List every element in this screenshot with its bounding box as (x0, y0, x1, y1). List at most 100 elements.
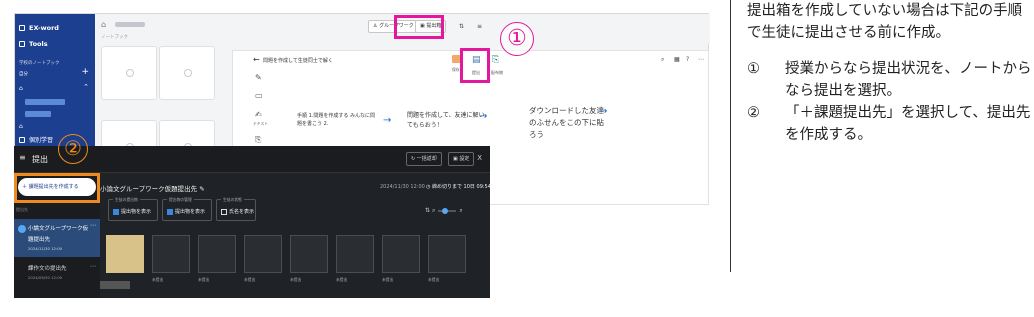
check-circle-icon (18, 225, 26, 233)
submission-thumbnail[interactable] (106, 235, 144, 273)
submission-list: ＋ 課題提出先を作成する 提出先 小論文グループワーク仮 題提出先 2024/1… (14, 173, 100, 298)
sidebar-home[interactable]: ⌂ (19, 85, 23, 92)
filter-group: 提出物の管理 提出物を表示 (162, 197, 212, 221)
menu-icon[interactable]: ≡ (477, 23, 482, 30)
sidebar-item-blurred[interactable] (25, 111, 51, 117)
menu-icon[interactable]: ≡ (19, 153, 26, 162)
callout-2: ② (58, 134, 88, 164)
deadline: ◷ 締め切りまで 10日 09:54 (426, 184, 491, 190)
app-icon (19, 25, 25, 31)
more-icon[interactable]: ⋯ (90, 263, 96, 270)
zoom-control[interactable]: ⇅ ⌕ ⌕ (425, 207, 463, 215)
tools-icon (19, 41, 25, 47)
submission-panel: ≡ 提出 ↻ 一括返却 ▣ 設定 X ＋ 課題提出先を作成する 提出先 小論文グ… (14, 146, 491, 298)
list-item[interactable]: 課作文の提出先 2024/09/30 12:00 ⋯ (14, 261, 100, 287)
help-icon[interactable]: ? (686, 56, 689, 63)
screenshot-root: EX-word Tools 学校のノートブック 自分 + ⌂ ⌃ ⌂ 個別学習 … (0, 0, 1034, 317)
home-icon[interactable]: ⌂ (101, 20, 106, 29)
notebook-card[interactable] (101, 46, 157, 100)
thumb-status: 未提出 (152, 277, 164, 282)
pen-icon[interactable]: ✎ (255, 73, 262, 82)
submission-date: 2024/11/30 12:00 (380, 184, 425, 190)
show-names-checkbox[interactable]: 氏名を表示 (221, 208, 254, 215)
student-name-blurred (100, 281, 130, 289)
expand-icon[interactable]: ⌃ (83, 84, 89, 91)
thumb-status: 未提出 (198, 277, 210, 282)
zoom-slider[interactable] (438, 207, 457, 214)
arrow-right-icon: → (479, 111, 488, 122)
text-tool-label: テキスト (253, 121, 269, 126)
thumb-status: 未提出 (290, 277, 302, 282)
highlight-submit (460, 48, 490, 83)
back-arrow-icon[interactable]: ← (253, 55, 260, 64)
sidebar-home-2[interactable]: ⌂ (19, 123, 23, 130)
arrow-right-icon: → (599, 106, 608, 117)
return-icon: ↻ (411, 156, 416, 162)
submission-content: 小論文グループワーク仮題提出先 ✎ 2024/11/30 12:00 ◷ 締め切… (100, 173, 491, 298)
submission-thumbnail[interactable] (382, 235, 420, 273)
book-icon (19, 136, 25, 143)
sidebar-tools[interactable]: Tools (19, 40, 48, 48)
sidebar-my-label: 自分 (19, 72, 28, 77)
explanation-intro: 提出箱を作成していない場合は下記の手順で生徒に提出させる前に作成。 (747, 3, 1023, 41)
thumb-status: 未提出 (244, 277, 256, 282)
highlight-submission-box (394, 15, 444, 39)
submission-thumbnail[interactable] (336, 235, 374, 273)
breadcrumb-sub: ノートブック (101, 35, 128, 40)
filter-group: 生徒の提出物 提出物を表示 (108, 197, 158, 221)
layout-icon[interactable]: ▦ (674, 56, 680, 63)
thumb-status: 未提出 (428, 277, 440, 282)
distribution-icon[interactable]: ⎘ (492, 55, 499, 65)
explanation: 提出箱を作成していない場合は下記の手順で生徒に提出させる前に作成。 ① 授業から… (747, 0, 1032, 146)
save-label: 保存 (452, 67, 460, 72)
clip-icon[interactable]: ⎘ (255, 135, 261, 145)
home-icon: ⌂ (19, 85, 23, 92)
notebook-card[interactable] (159, 46, 215, 100)
arrow-right-icon: → (383, 115, 392, 126)
submission-thumbnail[interactable] (290, 235, 328, 273)
zoom-in-icon[interactable]: ⌕ (459, 207, 462, 214)
bulk-return-button[interactable]: ↻ 一括返却 (406, 152, 442, 166)
instruction-title: 問題を作成して生徒同士で解く (263, 58, 333, 64)
settings-button[interactable]: ▣ 設定 (448, 152, 475, 166)
more-icon[interactable]: ⋯ (90, 222, 96, 229)
group-icon: ♙ (373, 23, 378, 29)
sidebar-item-blurred[interactable] (25, 99, 65, 105)
card-icon (126, 69, 134, 77)
home-icon: ⌂ (19, 123, 23, 130)
explanation-step-1: ① 授業からなら提出状況を、ノートからなら提出を選択。 (747, 61, 1032, 99)
shape-icon[interactable]: ▭ (255, 91, 263, 100)
filter-group: 生徒の状態 氏名を表示 (216, 197, 256, 221)
submission-thumbnail[interactable] (428, 235, 466, 273)
edit-icon[interactable]: ✎ (199, 185, 204, 193)
callout-1: ① (500, 22, 534, 56)
sidebar-section-label: 学校のノートブック (19, 61, 60, 66)
list-item-selected[interactable]: 小論文グループワーク仮 題提出先 2024/11/30 12:00 ⋯ (14, 219, 100, 257)
settings-icon: ▣ (453, 156, 458, 162)
submission-title: 小論文グループワーク仮題提出先 ✎ (100, 185, 205, 193)
explanation-step-2: ② 「＋課題提出先」を選択して、提出先を作成する。 (747, 105, 1031, 143)
instruction-step-2: 問題を作成して、友達に解いてもらおう！ (407, 112, 485, 129)
close-icon[interactable]: X (477, 154, 482, 162)
panel-title: 提出 (32, 155, 48, 164)
zoom-out-icon[interactable]: ⌕ (432, 207, 435, 214)
show-submissions-checkbox[interactable]: 提出物を表示 (113, 208, 151, 215)
zoom-knob[interactable] (442, 207, 449, 214)
card-icon (184, 69, 192, 77)
manage-submissions-checkbox[interactable]: 提出物を表示 (167, 208, 205, 215)
divider (730, 0, 731, 272)
search-icon[interactable]: ⌕ (661, 56, 664, 64)
sidebar-item-individual[interactable]: 個別学習 (19, 135, 53, 144)
instruction-step-3: ダウンロードした友達のふせんをこの下に貼ろう (529, 106, 604, 139)
add-plus-icon[interactable]: + (81, 68, 89, 77)
submission-thumbnail[interactable] (152, 235, 190, 273)
more-icon[interactable]: ⋯ (698, 56, 704, 63)
submission-thumbnail[interactable] (198, 235, 236, 273)
text-tool-icon[interactable]: ✍ (255, 110, 262, 119)
sidebar-app[interactable]: EX-word (19, 24, 59, 32)
instruction-step-1: 手順 1.問題を作成する みんなに問題を書こう 2. (297, 113, 375, 127)
thumb-status: 未提出 (382, 277, 394, 282)
submission-thumbnail[interactable] (244, 235, 282, 273)
sort-icon[interactable]: ⇅ (459, 23, 464, 30)
distribution-label: 配布物 (491, 70, 503, 75)
